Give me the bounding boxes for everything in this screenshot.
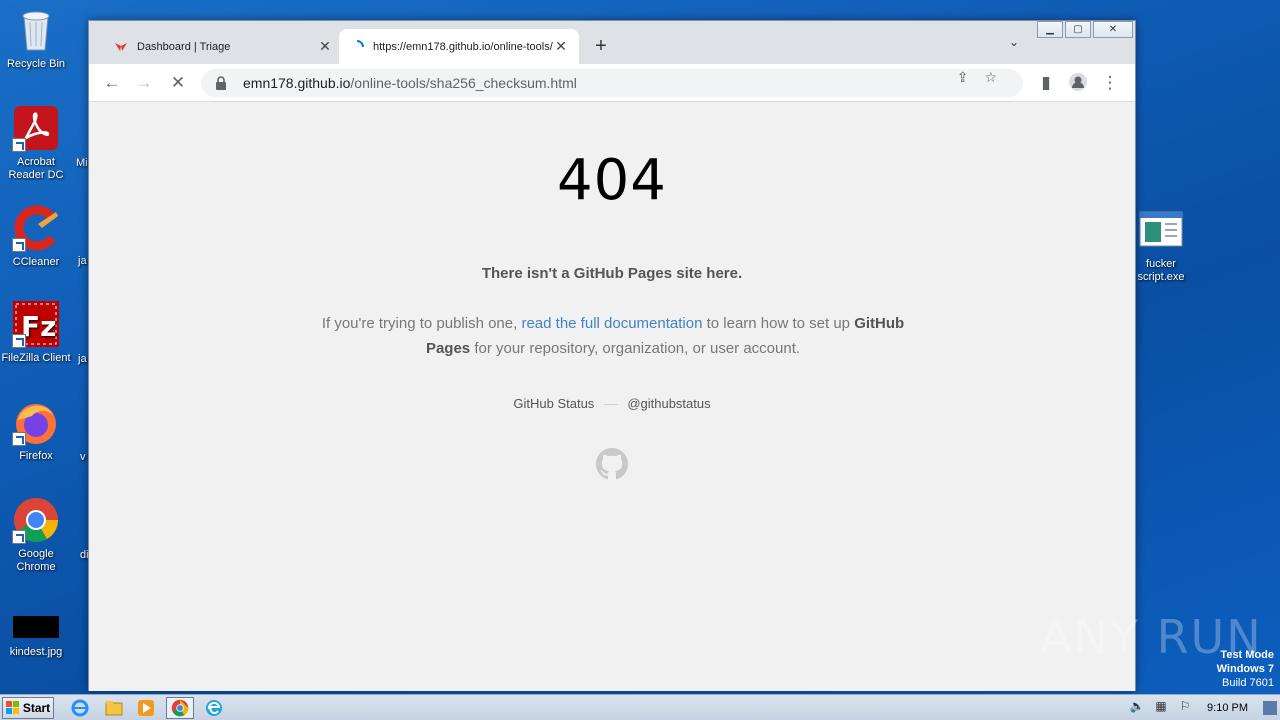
desktop-icon-firefox[interactable]: Firefox (0, 398, 74, 463)
github-status-link[interactable]: GitHub Status (513, 396, 594, 411)
clock[interactable]: 9:10 PM (1207, 702, 1248, 714)
window-controls: ▁ ▢ ✕ (1037, 21, 1133, 38)
separator-dash: — (604, 396, 618, 411)
github-octocat-icon[interactable] (596, 448, 628, 480)
ccleaner-icon (12, 204, 60, 252)
tab-github-pages[interactable]: https://emn178.github.io/online-tools/ ✕ (339, 29, 579, 64)
shortcut-arrow-icon (12, 432, 26, 446)
test-mode-label: Test Mode (1220, 649, 1274, 661)
chrome-menu-icon[interactable]: ⋮ (1099, 72, 1121, 94)
desc-text: to learn how to set up (702, 315, 855, 332)
lock-icon (216, 76, 226, 90)
close-window-button[interactable]: ✕ (1093, 21, 1133, 38)
svg-text:Fz: Fz (21, 310, 56, 343)
filezilla-icon: Fz (12, 300, 60, 348)
network-icon[interactable]: ▦ (1152, 699, 1170, 717)
tab-close-icon[interactable]: ✕ (317, 38, 333, 55)
taskbar-explorer-icon[interactable] (100, 697, 128, 719)
desktop-icon-label: kindest.jpg (9, 646, 63, 658)
build-label: Build 7601 (1222, 677, 1274, 689)
acrobat-reader-icon (12, 104, 60, 152)
documentation-link[interactable]: read the full documentation (521, 315, 702, 332)
url-path: /online-tools/sha256_checksum.html (350, 75, 577, 91)
status-links: GitHub Status — @githubstatus (89, 396, 1135, 411)
desktop-icon-recycle-bin[interactable]: Recycle Bin (0, 6, 74, 71)
desktop-icon-ccleaner[interactable]: CCleaner (0, 204, 74, 269)
shortcut-arrow-icon (12, 334, 26, 348)
back-arrow-icon[interactable]: ← (101, 72, 123, 94)
firefox-icon (12, 398, 60, 446)
shortcut-arrow-icon (12, 138, 26, 152)
action-center-flag-icon[interactable]: ⚐ (1176, 699, 1194, 717)
recycle-bin-icon (12, 6, 60, 54)
partial-desktop-label: v (80, 451, 86, 463)
taskbar: Start 🔈 ▦ ⚐ 9:10 PM (0, 694, 1280, 720)
desktop-icon-label: Google Chrome (16, 548, 56, 573)
taskbar-chrome-icon[interactable] (166, 697, 194, 719)
share-icon[interactable]: ⇪ (957, 69, 969, 86)
address-bar-actions: ⇪ ☆ (957, 69, 997, 86)
desktop-icon-kindest-jpg[interactable]: kindest.jpg (0, 612, 74, 659)
error-lead: There isn't a GitHub Pages site here. (481, 265, 743, 282)
desc-text: If you're trying to publish one, (321, 315, 522, 332)
test-mode-notice: Test Mode Windows 7 Build 7601 (1217, 648, 1274, 690)
chrome-window: Dashboard | Triage ✕ https://emn178.gith… (88, 20, 1136, 691)
desktop-icon-filezilla[interactable]: Fz FileZilla Client (0, 300, 74, 365)
volume-icon[interactable]: 🔈 (1128, 699, 1146, 717)
desktop-icon-label: FileZilla Client (1, 352, 71, 364)
tab-search-chevron-icon[interactable]: ⌄ (1009, 35, 1019, 49)
error-code: 404 (557, 148, 667, 213)
tab-strip: Dashboard | Triage ✕ https://emn178.gith… (89, 21, 1135, 64)
desc-text: for your repository, organization, or us… (470, 340, 801, 357)
os-label: Windows 7 (1216, 663, 1274, 675)
forward-arrow-icon[interactable]: → (133, 72, 155, 94)
chrome-icon (12, 496, 60, 544)
start-button[interactable]: Start (2, 697, 54, 719)
tab-title: Dashboard | Triage (137, 40, 231, 53)
taskbar-internet-explorer-icon[interactable] (66, 697, 94, 719)
loading-spinner-icon (356, 39, 364, 47)
maximize-button[interactable]: ▢ (1065, 21, 1091, 38)
tab-title: https://emn178.github.io/online-tools/ (373, 40, 553, 53)
executable-file-icon (1137, 206, 1185, 254)
side-panel-icon[interactable]: ▮ (1035, 72, 1057, 94)
github-404-page: 404 There isn't a GitHub Pages site here… (89, 102, 1135, 691)
minimize-button[interactable]: ▁ (1037, 21, 1063, 38)
githubstatus-twitter-link[interactable]: @githubstatus (627, 396, 710, 411)
desktop-icon-label: Firefox (19, 450, 53, 462)
desktop-icon-label: Recycle Bin (6, 58, 66, 70)
image-file-icon (12, 612, 60, 642)
start-label: Start (22, 701, 51, 715)
browser-toolbar: ← → ✕ emn178.github.io/online-tools/sha2… (89, 64, 1135, 102)
shortcut-arrow-icon (12, 530, 26, 544)
triage-favicon-icon (115, 42, 127, 51)
taskbar-edge-icon[interactable] (200, 697, 228, 719)
bookmark-star-icon[interactable]: ☆ (984, 69, 997, 86)
partial-desktop-label: ja (78, 255, 87, 267)
shortcut-arrow-icon (12, 238, 26, 252)
error-description: If you're trying to publish one, read th… (309, 311, 917, 361)
system-tray: 🔈 ▦ ⚐ 9:10 PM (1125, 695, 1280, 720)
show-desktop-icon[interactable] (1263, 701, 1277, 715)
desktop-icon-google-chrome[interactable]: Google Chrome (0, 496, 74, 574)
desktop-icon-label: CCleaner (12, 256, 60, 268)
tab-dashboard-triage[interactable]: Dashboard | Triage ✕ (103, 29, 343, 64)
windows-logo-icon (5, 701, 19, 714)
address-bar[interactable]: emn178.github.io/online-tools/sha256_che… (201, 69, 1023, 97)
partial-desktop-label: Mi (76, 157, 88, 169)
url-host: emn178.github.io (243, 75, 351, 91)
taskbar-media-player-icon[interactable] (132, 697, 160, 719)
profile-avatar-icon[interactable] (1067, 72, 1089, 94)
new-tab-button[interactable]: + (591, 35, 611, 58)
desktop-icon-label: Acrobat Reader DC (8, 156, 64, 181)
desktop-icon-acrobat-reader[interactable]: Acrobat Reader DC (0, 104, 74, 182)
tab-close-icon[interactable]: ✕ (553, 38, 569, 55)
stop-loading-icon[interactable]: ✕ (167, 72, 189, 94)
partial-desktop-label: ja (78, 353, 87, 365)
